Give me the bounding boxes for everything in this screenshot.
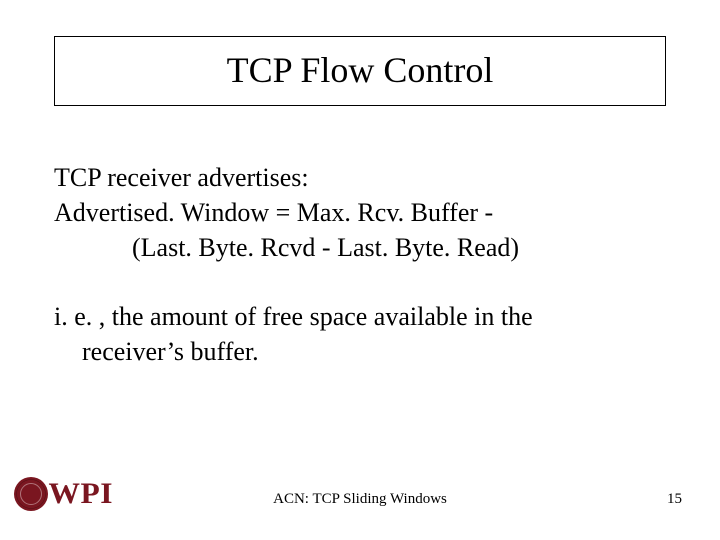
body-line-2: Advertised. Window = Max. Rcv. Buffer - — [54, 195, 666, 230]
paragraph-spacer — [54, 265, 666, 299]
body-line-3: (Last. Byte. Rcvd - Last. Byte. Read) — [54, 230, 666, 265]
slide-body: TCP receiver advertises: Advertised. Win… — [54, 160, 666, 369]
footer-page-number: 15 — [667, 491, 682, 508]
slide-title-box: TCP Flow Control — [54, 36, 666, 106]
footer-center-text: ACN: TCP Sliding Windows — [0, 491, 720, 508]
body-line-4: i. e. , the amount of free space availab… — [54, 299, 666, 334]
body-line-1: TCP receiver advertises: — [54, 160, 666, 195]
slide-title: TCP Flow Control — [55, 49, 665, 91]
body-line-5: receiver’s buffer. — [54, 334, 666, 369]
slide-footer: WPI ACN: TCP Sliding Windows 15 — [0, 472, 720, 516]
